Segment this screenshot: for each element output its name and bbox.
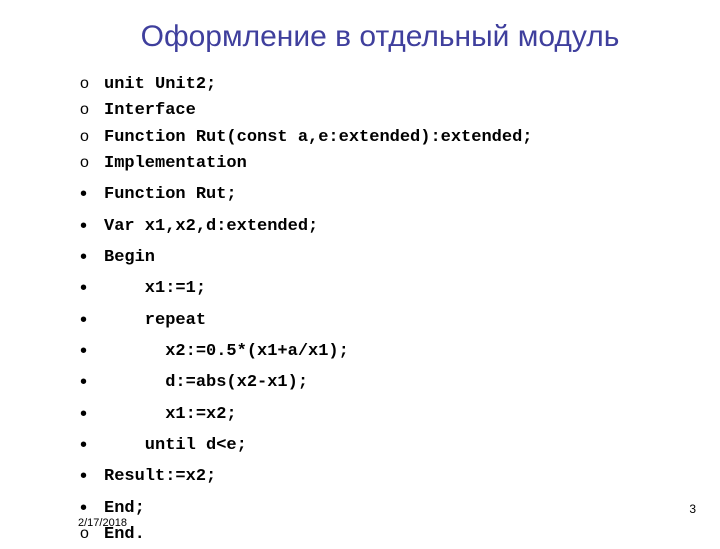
- circle-bullet-icon: o: [80, 72, 104, 97]
- dot-bullet-icon: •: [80, 273, 104, 304]
- list-item: • d:=abs(x2-x1);: [80, 365, 680, 396]
- code-line: until d<e;: [104, 433, 247, 459]
- list-item: oImplementation: [80, 151, 680, 177]
- list-item: •Var x1,x2,d:extended;: [80, 209, 680, 240]
- list-item: • repeat: [80, 303, 680, 334]
- page-number: 3: [689, 502, 696, 516]
- list-item: • x2:=0.5*(x1+a/x1);: [80, 334, 680, 365]
- code-line: Var x1,x2,d:extended;: [104, 214, 318, 240]
- code-line: x1:=1;: [104, 276, 206, 302]
- dot-bullet-icon: •: [80, 399, 104, 430]
- slide: Оформление в отдельный модуль ounit Unit…: [0, 0, 720, 540]
- code-line: unit Unit2;: [104, 72, 216, 98]
- dot-bullet-icon: •: [80, 179, 104, 210]
- dot-bullet-icon: •: [80, 430, 104, 461]
- dot-bullet-icon: •: [80, 336, 104, 367]
- date-text: 2/17/2018: [78, 515, 127, 532]
- code-line: repeat: [104, 308, 206, 334]
- code-line: Interface: [104, 98, 196, 124]
- list-item: ounit Unit2;: [80, 72, 680, 98]
- slide-title: Оформление в отдельный модуль: [80, 20, 680, 54]
- list-item: •Result:=x2;: [80, 459, 680, 490]
- list-item: oInterface: [80, 98, 680, 124]
- code-line: Result:=x2;: [104, 464, 216, 490]
- circle-bullet-icon: o: [80, 151, 104, 176]
- list-item: o2/17/2018End.: [80, 522, 680, 548]
- code-line: x2:=0.5*(x1+a/x1);: [104, 339, 349, 365]
- circle-bullet-icon: o: [80, 125, 104, 150]
- code-line: d:=abs(x2-x1);: [104, 370, 308, 396]
- list-item: • x1:=1;: [80, 271, 680, 302]
- list-item: • until d<e;: [80, 428, 680, 459]
- list-item: •End;: [80, 491, 680, 522]
- dot-bullet-icon: •: [80, 461, 104, 492]
- dot-bullet-icon: •: [80, 242, 104, 273]
- list-item: oFunction Rut(const a,e:extended):extend…: [80, 125, 680, 151]
- dot-bullet-icon: •: [80, 211, 104, 242]
- dot-bullet-icon: •: [80, 367, 104, 398]
- circle-bullet-icon: o: [80, 98, 104, 123]
- code-line: Function Rut;: [104, 182, 237, 208]
- list-item: •Function Rut;: [80, 177, 680, 208]
- code-line: Function Rut(const a,e:extended):extende…: [104, 125, 532, 151]
- list-item: •Begin: [80, 240, 680, 271]
- content-list: ounit Unit2;oInterfaceoFunction Rut(cons…: [80, 72, 680, 549]
- code-line: Begin: [104, 245, 155, 271]
- code-line: x1:=x2;: [104, 402, 237, 428]
- dot-bullet-icon: •: [80, 305, 104, 336]
- list-item: • x1:=x2;: [80, 397, 680, 428]
- code-line: Implementation: [104, 151, 247, 177]
